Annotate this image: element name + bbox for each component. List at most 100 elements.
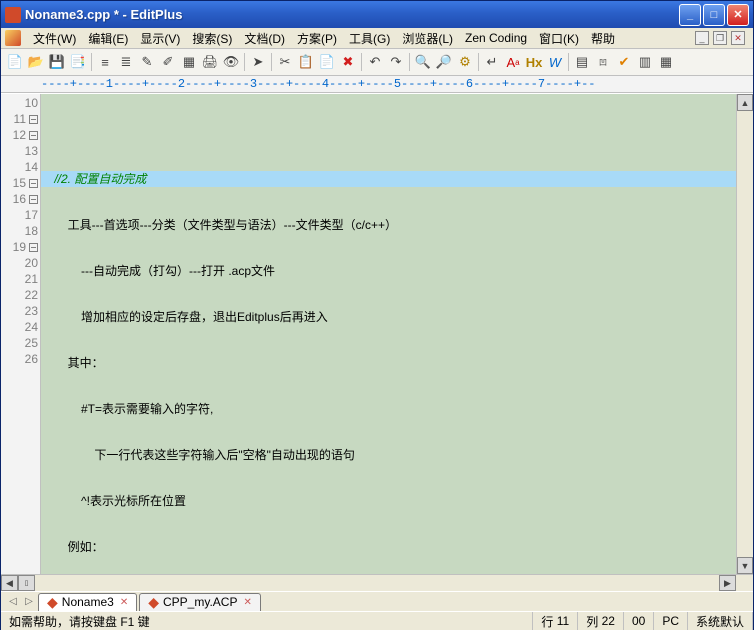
- a-sup-icon[interactable]: Aa: [503, 52, 523, 72]
- close-button[interactable]: ✕: [727, 4, 749, 26]
- new-icon[interactable]: 📄: [5, 52, 25, 72]
- wrap-icon[interactable]: ↵: [482, 52, 502, 72]
- code-line-highlighted: //2. 配置自动完成: [41, 171, 736, 187]
- scroll-corner: [736, 575, 753, 591]
- mdi-restore[interactable]: ❐: [713, 31, 727, 45]
- code-line: 下一行代表这些字符输入后"空格"自动出现的语句: [41, 447, 736, 463]
- tab-prev-icon[interactable]: ◁: [5, 596, 21, 607]
- search-icon[interactable]: 🔍: [413, 52, 433, 72]
- edit-icon[interactable]: ✎: [137, 52, 157, 72]
- tab-close-icon[interactable]: ✕: [243, 597, 251, 608]
- editor: 10 11 12 13 14 15 16 17 18 19 20 21 22 2…: [1, 93, 753, 574]
- status-encoding: 系统默认: [688, 612, 753, 630]
- status-col: 列 22: [578, 612, 624, 630]
- titlebar: Noname3.cpp * - EditPlus _ □ ✕: [1, 1, 753, 28]
- cut-icon[interactable]: ✂: [275, 52, 295, 72]
- separator: [91, 53, 92, 71]
- menu-edit[interactable]: 编辑(E): [82, 28, 134, 49]
- open-icon[interactable]: 📂: [26, 52, 46, 72]
- paste-icon[interactable]: 📄: [317, 52, 337, 72]
- code-line: 增加相应的设定后存盘，退出Editplus后再进入: [41, 309, 736, 325]
- mdi-minimize[interactable]: _: [695, 31, 709, 45]
- panel3-icon[interactable]: ▥: [635, 52, 655, 72]
- print-icon[interactable]: 🖨: [200, 52, 220, 72]
- separator: [568, 53, 569, 71]
- line-number: 25: [1, 335, 40, 351]
- menu-browser[interactable]: 浏览器(L): [396, 28, 459, 49]
- check-icon[interactable]: ✔: [614, 52, 634, 72]
- scroll-right-icon[interactable]: ▶: [719, 575, 736, 591]
- menu-view[interactable]: 显示(V): [134, 28, 186, 49]
- code-line: [41, 125, 736, 141]
- hx-icon[interactable]: Hx: [524, 52, 544, 72]
- status-line: 行 11: [533, 612, 578, 630]
- panel4-icon[interactable]: ▦: [656, 52, 676, 72]
- fold-icon[interactable]: [29, 131, 38, 140]
- panel1-icon[interactable]: ▤: [572, 52, 592, 72]
- mdi-close[interactable]: ✕: [731, 31, 745, 45]
- w-icon[interactable]: W: [545, 52, 565, 72]
- tab-next-icon[interactable]: ▷: [21, 596, 37, 607]
- tab-close-icon[interactable]: ✕: [120, 597, 128, 608]
- menu-file[interactable]: 文件(W): [27, 28, 82, 49]
- code-line: #T=表示需要输入的字符,: [41, 401, 736, 417]
- replace-icon[interactable]: ⚙: [455, 52, 475, 72]
- menu-search[interactable]: 搜索(S): [186, 28, 238, 49]
- app-icon: [5, 7, 21, 23]
- line-number: 23: [1, 303, 40, 319]
- line-number: 20: [1, 255, 40, 271]
- line-number: 13: [1, 143, 40, 159]
- code-line: ^!表示光标所在位置: [41, 493, 736, 509]
- delete-icon[interactable]: ✖: [338, 52, 358, 72]
- scroll-track[interactable]: [35, 575, 719, 591]
- maximize-button[interactable]: □: [703, 4, 725, 26]
- tab-cpp-my-acp[interactable]: ◆ CPP_my.ACP ✕: [139, 593, 261, 611]
- horizontal-scrollbar[interactable]: ◀ ▯ ▶: [1, 574, 753, 591]
- line-number: 12: [1, 127, 40, 143]
- vertical-scrollbar[interactable]: ▲ ▼: [736, 94, 753, 574]
- fold-icon[interactable]: [29, 195, 38, 204]
- tab-label: Noname3: [62, 595, 114, 609]
- scroll-split-icon[interactable]: ▯: [18, 575, 35, 591]
- line-number: 22: [1, 287, 40, 303]
- menu-document[interactable]: 文档(D): [238, 28, 291, 49]
- minimize-button[interactable]: _: [679, 4, 701, 26]
- fold-icon[interactable]: [29, 115, 38, 124]
- tab-noname3[interactable]: ◆ Noname3 ✕: [38, 593, 137, 611]
- tabbar: ◁ ▷ ◆ Noname3 ✕ ◆ CPP_my.ACP ✕: [1, 591, 753, 611]
- menu-scheme[interactable]: 方案(P): [291, 28, 343, 49]
- line-number: 19: [1, 239, 40, 255]
- fold-icon[interactable]: [29, 179, 38, 188]
- fold-icon[interactable]: [29, 243, 38, 252]
- redo-icon[interactable]: ↷: [386, 52, 406, 72]
- tab-label: CPP_my.ACP: [163, 595, 237, 609]
- scroll-up-icon[interactable]: ▲: [737, 94, 753, 111]
- statusbar: 如需帮助，请按键盘 F1 键 行 11 列 22 00 PC 系统默认: [1, 611, 753, 630]
- scroll-left-icon[interactable]: ◀: [1, 575, 18, 591]
- menu-help[interactable]: 帮助: [585, 28, 621, 49]
- copy-icon[interactable]: 📋: [296, 52, 316, 72]
- menu-zen[interactable]: Zen Coding: [459, 29, 533, 47]
- separator: [409, 53, 410, 71]
- panel2-icon[interactable]: 凹: [593, 52, 613, 72]
- line-number: 10: [1, 95, 40, 111]
- arrow-icon[interactable]: ➤: [248, 52, 268, 72]
- menu-app-icon: [5, 30, 21, 46]
- separator: [271, 53, 272, 71]
- toolbar: 📄 📂 💾 📑 ≡ ≣ ✎ ✐ ▦ 🖨 👁 ➤ ✂ 📋 📄 ✖ ↶ ↷ 🔍 🔎 …: [1, 49, 753, 76]
- table-icon[interactable]: ▦: [179, 52, 199, 72]
- undo-icon[interactable]: ↶: [365, 52, 385, 72]
- outdent-icon[interactable]: ≣: [116, 52, 136, 72]
- save-icon[interactable]: 💾: [47, 52, 67, 72]
- separator: [361, 53, 362, 71]
- code-area[interactable]: //2. 配置自动完成 工具---首选项---分类（文件类型与语法）---文件类…: [41, 94, 736, 574]
- menu-window[interactable]: 窗口(K): [533, 28, 585, 49]
- line-number: 18: [1, 223, 40, 239]
- find-icon[interactable]: 🔎: [434, 52, 454, 72]
- menu-tools[interactable]: 工具(G): [343, 28, 396, 49]
- save-all-icon[interactable]: 📑: [68, 52, 88, 72]
- tool-icon[interactable]: ✐: [158, 52, 178, 72]
- indent-icon[interactable]: ≡: [95, 52, 115, 72]
- scroll-down-icon[interactable]: ▼: [737, 557, 753, 574]
- preview-icon[interactable]: 👁: [221, 52, 241, 72]
